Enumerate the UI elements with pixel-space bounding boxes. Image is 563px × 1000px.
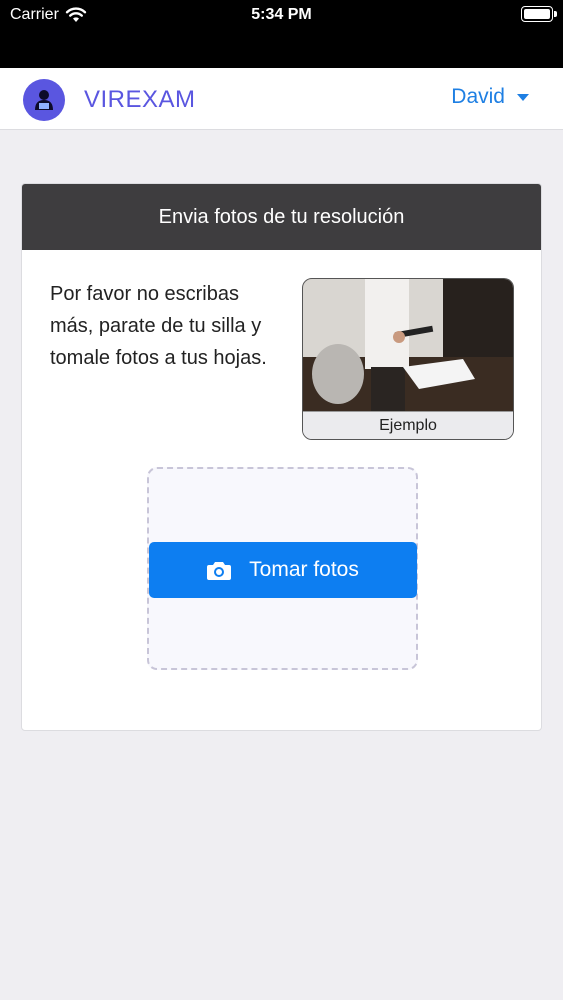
photo-dropzone[interactable]: Tomar fotos xyxy=(147,467,418,670)
example-photo xyxy=(303,279,513,411)
person-icon xyxy=(35,90,53,110)
user-name: David xyxy=(451,85,505,108)
instructions-text: Por favor no escribas más, parate de tu … xyxy=(50,283,267,369)
status-bar: Carrier 5:34 PM xyxy=(0,0,563,68)
take-photos-label: Tomar fotos xyxy=(249,558,359,581)
navbar: VIREXAM David xyxy=(0,68,563,130)
brand-name[interactable]: VIREXAM xyxy=(84,86,196,114)
user-menu[interactable]: David xyxy=(451,85,529,109)
card-title: Envia fotos de tu resolución xyxy=(22,184,541,250)
camera-icon xyxy=(207,562,232,580)
battery-icon xyxy=(521,6,557,22)
example-thumbnail[interactable]: Ejemplo xyxy=(302,278,514,440)
take-photos-button[interactable]: Tomar fotos xyxy=(149,542,417,598)
clock: 5:34 PM xyxy=(251,6,312,23)
upload-card: Envia fotos de tu resolución Por favor n… xyxy=(21,183,542,731)
example-caption: Ejemplo xyxy=(303,411,513,439)
app-logo[interactable] xyxy=(23,79,65,121)
caret-down-icon xyxy=(517,93,529,101)
